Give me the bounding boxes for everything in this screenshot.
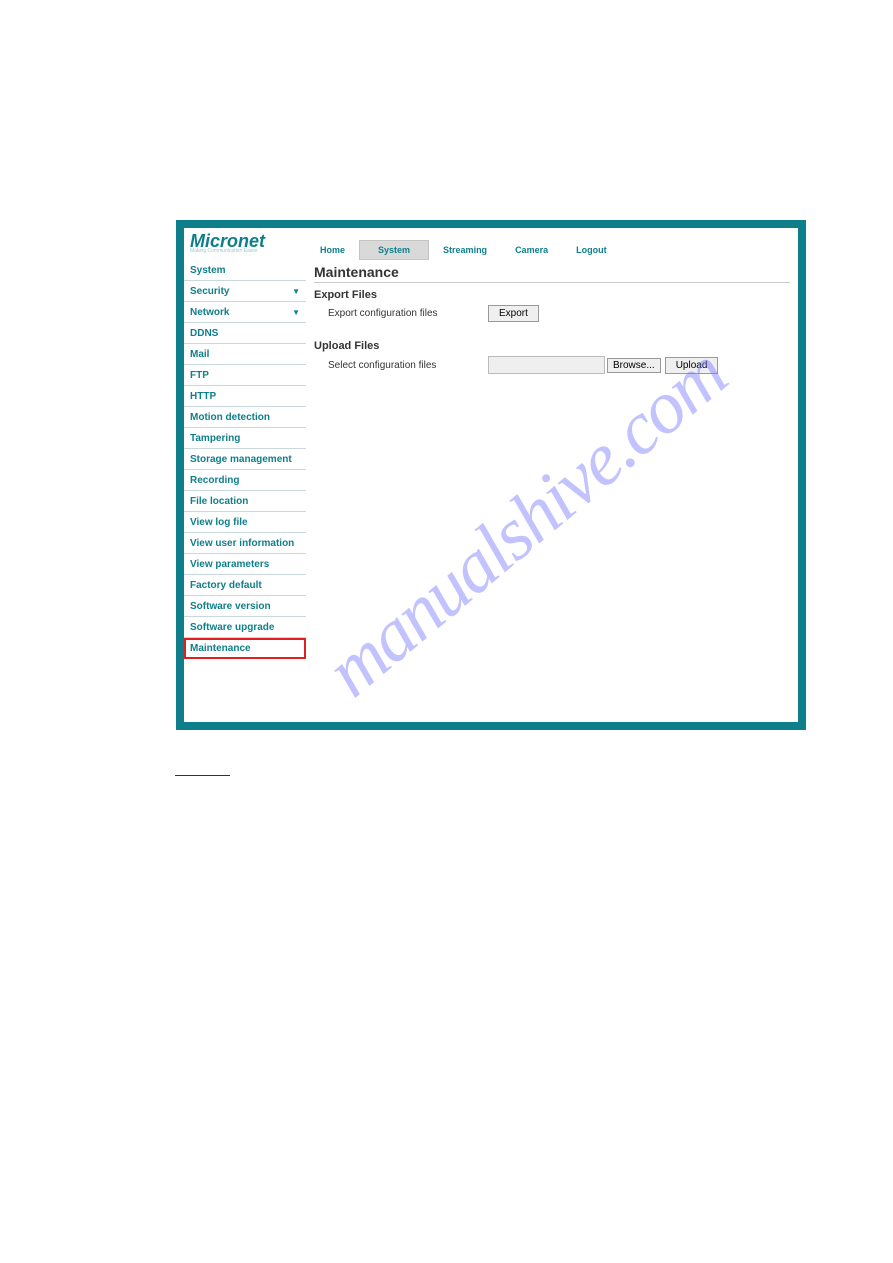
sidebar-label: Software upgrade	[190, 622, 274, 633]
file-path-input[interactable]	[488, 356, 605, 374]
sidebar-item-view-parameters[interactable]: View parameters	[184, 554, 306, 575]
sidebar-label: System	[190, 265, 226, 276]
browse-button[interactable]: Browse...	[607, 358, 661, 373]
sidebar-label: File location	[190, 496, 248, 507]
sidebar-label: View parameters	[190, 559, 269, 570]
sidebar-label: View log file	[190, 517, 248, 528]
sidebar-item-factory-default[interactable]: Factory default	[184, 575, 306, 596]
logo-subtitle: Making Communication Easier	[190, 248, 300, 254]
upload-label: Select configuration files	[314, 360, 488, 371]
export-section-title: Export Files	[314, 289, 790, 301]
sidebar-item-view-log-file[interactable]: View log file	[184, 512, 306, 533]
upload-section-title: Upload Files	[314, 340, 790, 352]
nav-camera[interactable]: Camera	[501, 240, 562, 260]
sidebar-label: Mail	[190, 349, 209, 360]
sidebar-item-http[interactable]: HTTP	[184, 386, 306, 407]
sidebar: System Security▼ Network▼ DDNS Mail FTP …	[184, 260, 306, 722]
sidebar-item-storage-management[interactable]: Storage management	[184, 449, 306, 470]
page-title: Maintenance	[314, 264, 790, 283]
sidebar-label: Tampering	[190, 433, 240, 444]
sidebar-label: Motion detection	[190, 412, 270, 423]
sidebar-label: DDNS	[190, 328, 218, 339]
sidebar-item-software-version[interactable]: Software version	[184, 596, 306, 617]
upload-button[interactable]: Upload	[665, 357, 719, 374]
sidebar-item-view-user-information[interactable]: View user information	[184, 533, 306, 554]
sidebar-item-mail[interactable]: Mail	[184, 344, 306, 365]
sidebar-item-ddns[interactable]: DDNS	[184, 323, 306, 344]
sidebar-label: FTP	[190, 370, 209, 381]
sidebar-label: Security	[190, 286, 229, 297]
export-button[interactable]: Export	[488, 305, 539, 322]
sidebar-label: Network	[190, 307, 229, 318]
header-row: Micronet Making Communication Easier Hom…	[184, 228, 798, 260]
nav-system[interactable]: System	[359, 240, 429, 260]
nav-home[interactable]: Home	[306, 240, 359, 260]
export-label: Export configuration files	[314, 308, 488, 319]
nav-streaming[interactable]: Streaming	[429, 240, 501, 260]
sidebar-item-ftp[interactable]: FTP	[184, 365, 306, 386]
export-row: Export configuration files Export	[314, 305, 790, 322]
app-inner: Micronet Making Communication Easier Hom…	[184, 228, 798, 722]
app-window: Micronet Making Communication Easier Hom…	[176, 220, 806, 730]
chevron-down-icon: ▼	[292, 308, 300, 317]
underline-decoration	[175, 775, 230, 776]
sidebar-item-system[interactable]: System	[184, 260, 306, 281]
sidebar-item-network[interactable]: Network ▼	[184, 302, 306, 323]
sidebar-item-security[interactable]: Security ▼	[184, 281, 306, 302]
sidebar-label: Factory default	[190, 580, 262, 591]
sidebar-label: Recording	[190, 475, 239, 486]
upload-row: Select configuration files Browse... Upl…	[314, 356, 790, 374]
sidebar-item-recording[interactable]: Recording	[184, 470, 306, 491]
top-nav: Home System Streaming Camera Logout	[306, 228, 798, 260]
sidebar-item-software-upgrade[interactable]: Software upgrade	[184, 617, 306, 638]
main-row: System Security▼ Network▼ DDNS Mail FTP …	[184, 260, 798, 722]
logo-area: Micronet Making Communication Easier	[184, 228, 306, 260]
chevron-down-icon: ▼	[292, 287, 300, 296]
sidebar-label: Storage management	[190, 454, 292, 465]
nav-logout[interactable]: Logout	[562, 240, 621, 260]
sidebar-item-file-location[interactable]: File location	[184, 491, 306, 512]
sidebar-label: HTTP	[190, 391, 216, 402]
sidebar-item-motion-detection[interactable]: Motion detection	[184, 407, 306, 428]
sidebar-label: Software version	[190, 601, 271, 612]
sidebar-label: Maintenance	[190, 643, 251, 654]
sidebar-item-maintenance[interactable]: Maintenance	[184, 638, 306, 659]
sidebar-item-tampering[interactable]: Tampering	[184, 428, 306, 449]
content-area: Maintenance Export Files Export configur…	[306, 260, 798, 722]
sidebar-label: View user information	[190, 538, 294, 549]
